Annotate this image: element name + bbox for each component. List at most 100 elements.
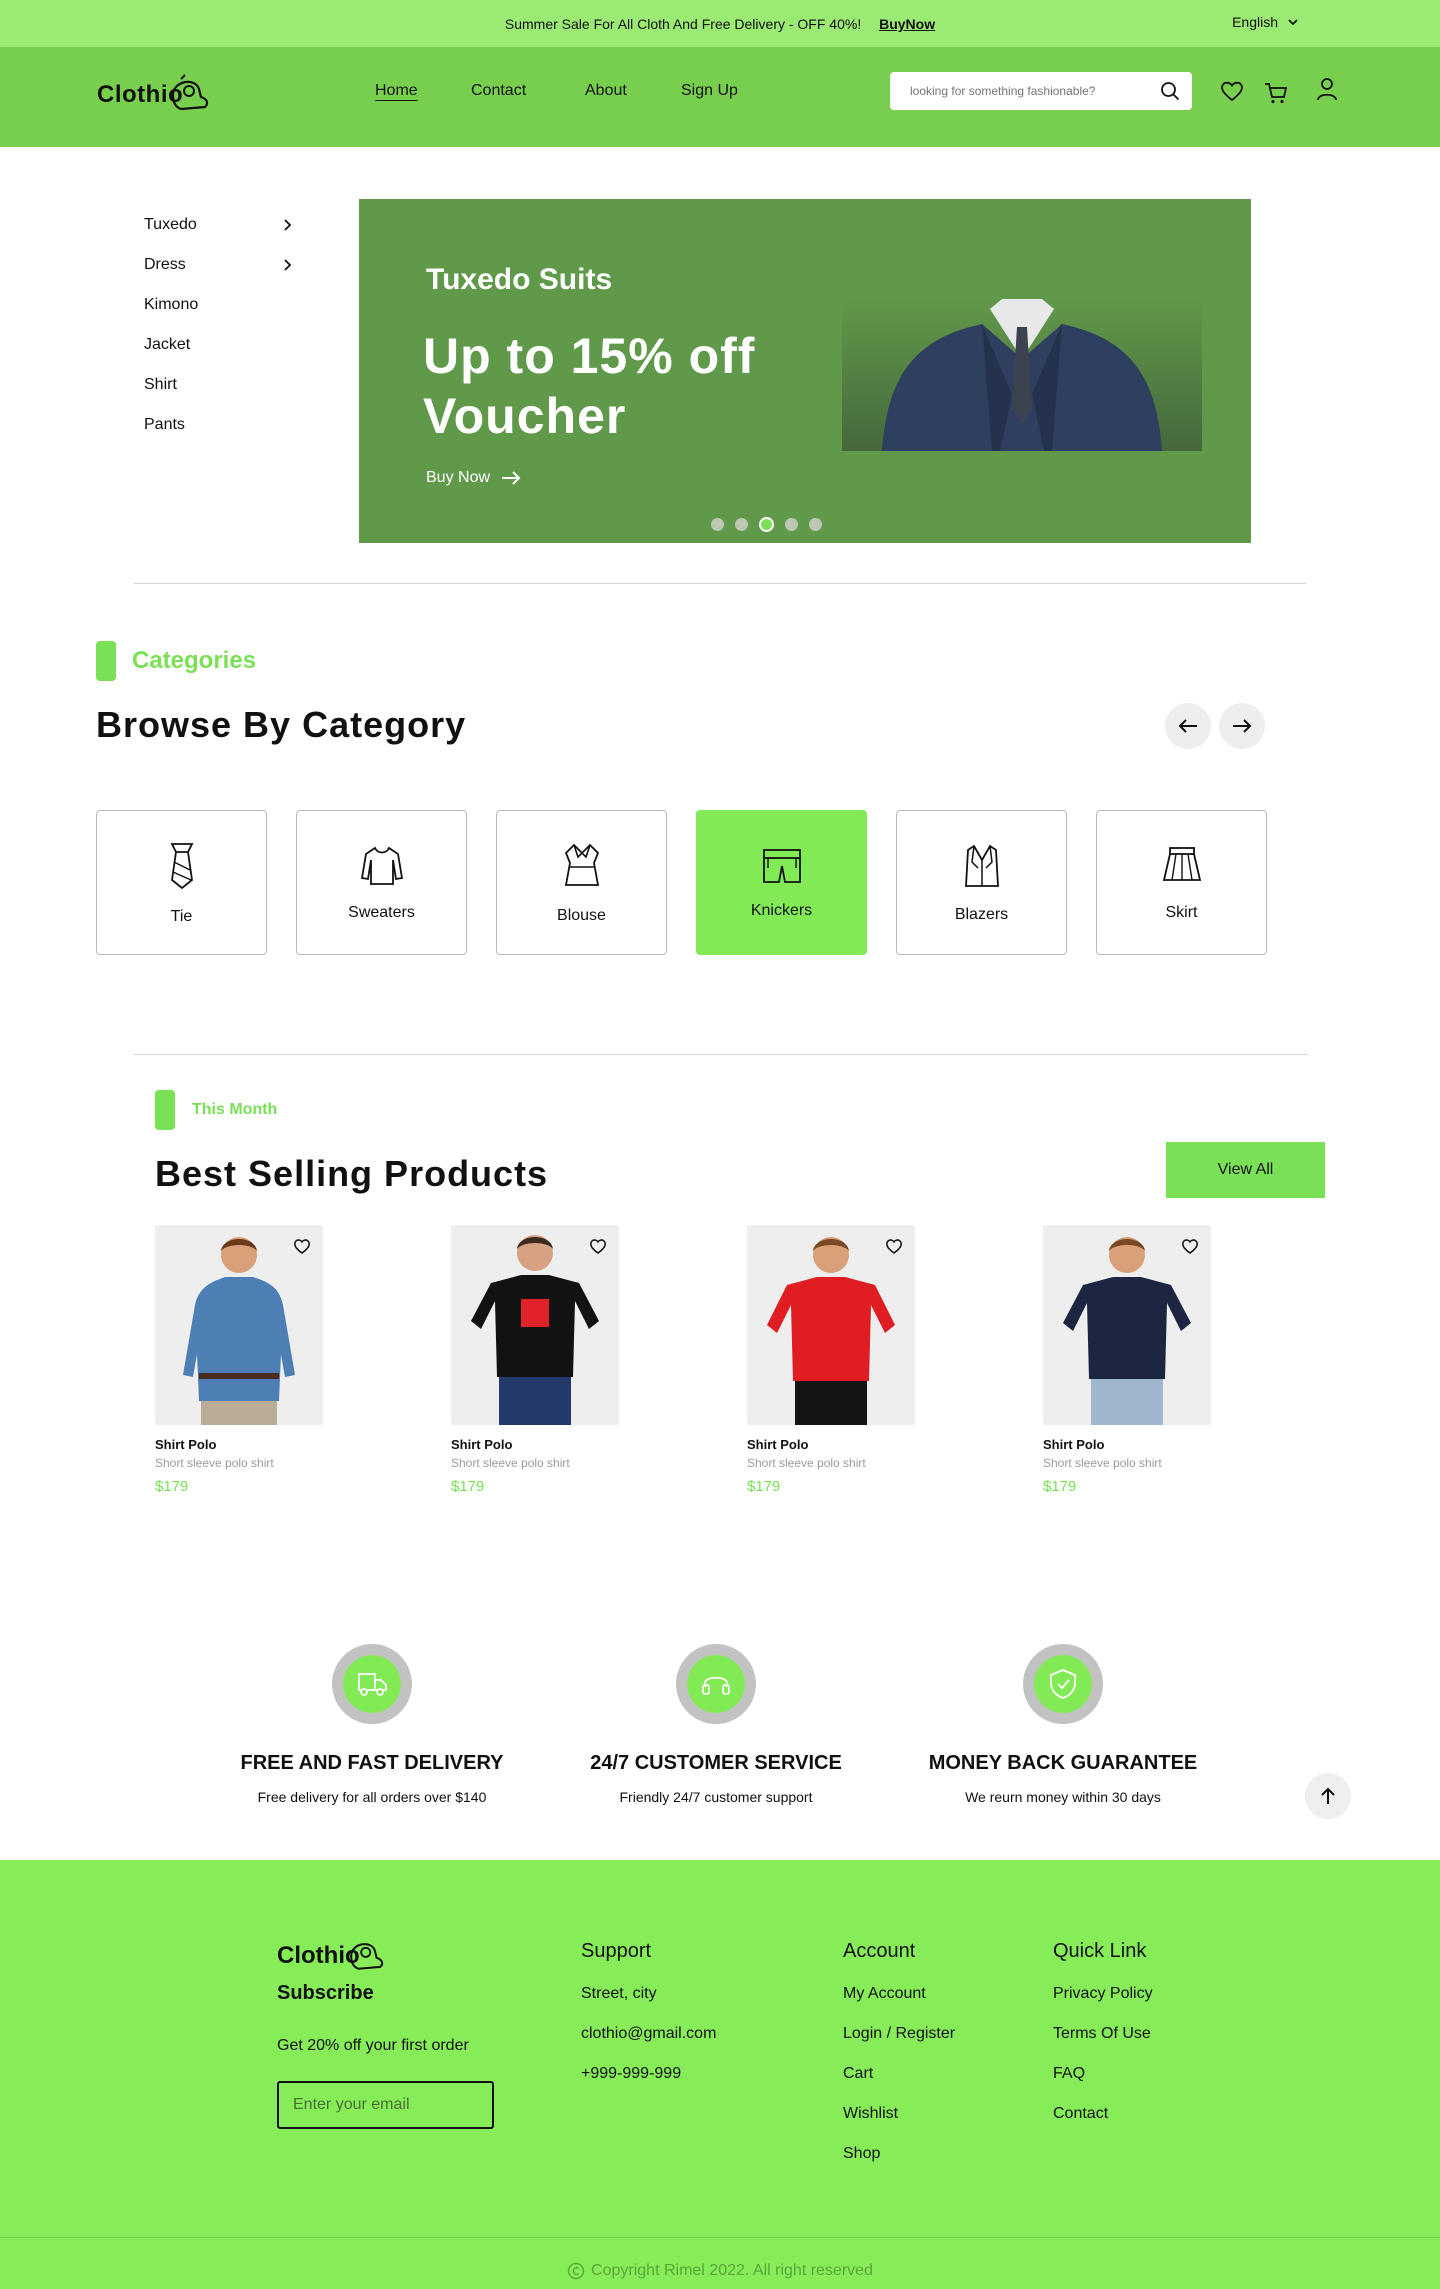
divider bbox=[134, 583, 1306, 584]
service-icon-ring bbox=[332, 1644, 412, 1724]
wishlist-link[interactable]: Wishlist bbox=[843, 2105, 955, 2123]
product-price: $179 bbox=[155, 1478, 189, 1495]
login-register-link[interactable]: Login / Register bbox=[843, 2025, 955, 2043]
sidebar-item-tuxedo[interactable]: Tuxedo bbox=[144, 205, 294, 245]
arrow-right-icon bbox=[502, 471, 521, 485]
product-desc: Short sleeve polo shirt bbox=[747, 1456, 866, 1470]
logo[interactable]: Clothio bbox=[97, 73, 211, 117]
category-label: Knickers bbox=[750, 901, 813, 919]
sidebar-item-label: Kimono bbox=[144, 296, 199, 313]
category-sweaters[interactable]: Sweaters bbox=[296, 810, 467, 955]
wishlist-heart-icon[interactable] bbox=[1181, 1237, 1199, 1255]
categories-title: Browse By Category bbox=[96, 704, 467, 745]
banner-subtitle: Tuxedo Suits bbox=[426, 263, 613, 296]
category-label: Sweaters bbox=[348, 903, 415, 921]
sidebar-item-shirt[interactable]: Shirt bbox=[144, 365, 294, 405]
sidebar-item-pants[interactable]: Pants bbox=[144, 405, 294, 445]
category-blouse[interactable]: Blouse bbox=[496, 810, 667, 955]
cap-icon bbox=[172, 74, 209, 111]
nav-about[interactable]: About bbox=[585, 82, 627, 100]
sweater-icon bbox=[360, 846, 403, 885]
subscribe-heading: Subscribe bbox=[277, 1982, 374, 2004]
category-sidebar: Tuxedo Dress Kimono Jacket Shirt Pants bbox=[144, 205, 294, 445]
contact-link[interactable]: Contact bbox=[1053, 2105, 1153, 2123]
banner-buy-now-button[interactable]: Buy Now bbox=[426, 469, 522, 487]
cart-link[interactable]: Cart bbox=[843, 2065, 955, 2083]
subscribe-form bbox=[277, 2081, 500, 2129]
privacy-policy-link[interactable]: Privacy Policy bbox=[1053, 1985, 1153, 2003]
account-heading: Account bbox=[843, 1940, 916, 1962]
wishlist-heart-icon[interactable] bbox=[293, 1237, 311, 1255]
product-image[interactable] bbox=[155, 1225, 323, 1425]
wishlist-heart-icon[interactable] bbox=[589, 1237, 607, 1255]
product-card[interactable]: Shirt Polo Short sleeve polo shirt $179 bbox=[155, 1225, 355, 1495]
support-email-link[interactable]: clothio@gmail.com bbox=[581, 2025, 716, 2043]
sidebar-item-label: Jacket bbox=[144, 336, 191, 353]
nav-sign-up[interactable]: Sign Up bbox=[681, 82, 738, 100]
headset-icon bbox=[702, 1676, 730, 1695]
carousel-dot[interactable] bbox=[735, 518, 748, 531]
prev-arrow-button[interactable] bbox=[1165, 703, 1211, 749]
carousel-dot[interactable] bbox=[785, 518, 798, 531]
product-name: Shirt Polo bbox=[451, 1437, 513, 1452]
next-arrow-button[interactable] bbox=[1219, 703, 1265, 749]
support-phone-link[interactable]: +999-999-999 bbox=[581, 2065, 716, 2083]
subscribe-offer: Get 20% off your first order bbox=[277, 2037, 469, 2054]
sidebar-item-dress[interactable]: Dress bbox=[144, 245, 294, 285]
category-knickers[interactable]: Knickers bbox=[696, 810, 867, 955]
hero-banner: Tuxedo Suits Up to 15% off Voucher Buy N… bbox=[359, 199, 1251, 543]
scroll-to-top-button[interactable] bbox=[1305, 1773, 1351, 1819]
carousel-dot[interactable] bbox=[711, 518, 724, 531]
banner-headline: Up to 15% off Voucher bbox=[423, 328, 756, 444]
carousel-dot-active[interactable] bbox=[759, 517, 774, 532]
buy-now-link[interactable]: BuyNow bbox=[879, 16, 935, 32]
product-name: Shirt Polo bbox=[747, 1437, 809, 1452]
footer-logo[interactable]: Clothio bbox=[277, 1936, 469, 1976]
product-desc: Short sleeve polo shirt bbox=[451, 1456, 570, 1470]
category-tie[interactable]: Tie bbox=[96, 810, 267, 955]
categories-tag: Categories bbox=[96, 641, 256, 681]
product-image[interactable] bbox=[1043, 1225, 1211, 1425]
nav-home[interactable]: Home bbox=[375, 82, 418, 100]
shop-link[interactable]: Shop bbox=[843, 2145, 955, 2163]
footer-quick-link-column: Quick Link Privacy Policy Terms Of Use F… bbox=[1053, 1940, 1153, 2123]
sidebar-item-kimono[interactable]: Kimono bbox=[144, 285, 294, 325]
nav-contact[interactable]: Contact bbox=[471, 82, 526, 100]
faq-link[interactable]: FAQ bbox=[1053, 2065, 1153, 2083]
product-image[interactable] bbox=[451, 1225, 619, 1425]
sidebar-item-jacket[interactable]: Jacket bbox=[144, 325, 294, 365]
chevron-right-icon bbox=[284, 259, 292, 271]
copyright-text: Copyright Rimel 2022. All right reserved bbox=[591, 2262, 873, 2279]
service-customer: 24/7 CUSTOMER SERVICE Friendly 24/7 cust… bbox=[566, 1644, 866, 1805]
category-blazers[interactable]: Blazers bbox=[896, 810, 1067, 955]
categories-tag-label: Categories bbox=[132, 647, 257, 674]
heart-icon[interactable] bbox=[1219, 78, 1245, 104]
search-input[interactable] bbox=[910, 84, 1160, 98]
footer-support-column: Support Street, city clothio@gmail.com +… bbox=[581, 1940, 716, 2083]
product-image[interactable] bbox=[747, 1225, 915, 1425]
language-label: English bbox=[1232, 14, 1278, 30]
user-icon[interactable] bbox=[1314, 76, 1340, 102]
terms-of-use-link[interactable]: Terms Of Use bbox=[1053, 2025, 1153, 2043]
category-label: Tie bbox=[170, 907, 193, 925]
service-desc: Free delivery for all orders over $140 bbox=[257, 1789, 487, 1805]
product-card[interactable]: Shirt Polo Short sleeve polo shirt $179 bbox=[451, 1225, 651, 1495]
product-card[interactable]: Shirt Polo Short sleeve polo shirt $179 bbox=[747, 1225, 947, 1495]
category-skirt[interactable]: Skirt bbox=[1096, 810, 1267, 955]
category-label: Blouse bbox=[557, 906, 606, 924]
service-icon-ring bbox=[1023, 1644, 1103, 1724]
site-footer: Clothio Subscribe Get 20% off your first… bbox=[0, 1860, 1440, 2289]
tag-bar bbox=[96, 641, 116, 681]
arrow-right-icon bbox=[1233, 719, 1252, 733]
skirt-icon bbox=[1162, 846, 1201, 881]
product-card[interactable]: Shirt Polo Short sleeve polo shirt $179 bbox=[1043, 1225, 1243, 1495]
language-select[interactable]: English bbox=[1232, 14, 1300, 30]
my-account-link[interactable]: My Account bbox=[843, 1985, 955, 2003]
carousel-dots bbox=[711, 517, 822, 532]
carousel-dot[interactable] bbox=[809, 518, 822, 531]
wishlist-heart-icon[interactable] bbox=[885, 1237, 903, 1255]
email-field[interactable] bbox=[293, 2096, 500, 2114]
view-all-button[interactable]: View All bbox=[1166, 1142, 1325, 1198]
cart-icon[interactable] bbox=[1263, 80, 1289, 106]
search-icon[interactable] bbox=[1160, 81, 1180, 101]
